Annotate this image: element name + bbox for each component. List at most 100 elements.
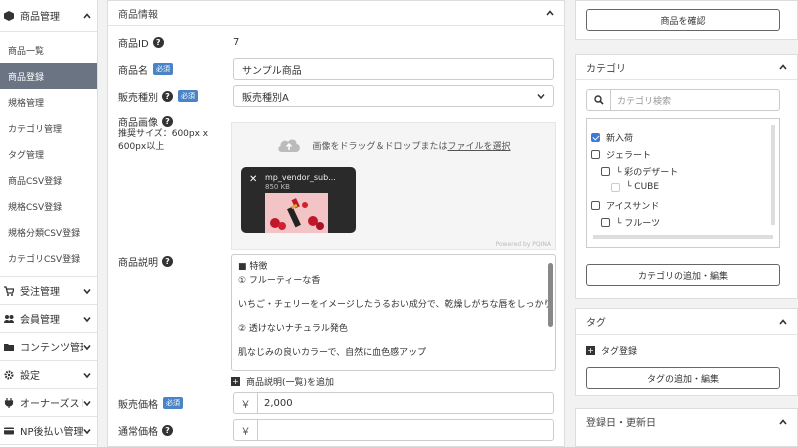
checkbox[interactable]	[611, 182, 620, 192]
product-info-panel: 商品情報 商品ID ? 7 商品名 必須 サンプル商品 販売種別 ? 必須 販売…	[107, 0, 565, 447]
sidebar-group-label: NP後払い管理	[20, 427, 83, 438]
sidebar: 商品管理 商品一覧 商品登録 規格管理 カテゴリ管理 タグ管理 商品CSV登録 規格CSV登…	[0, 0, 98, 447]
category-search-placeholder: カテゴリ検索	[617, 96, 672, 107]
checkbox[interactable]	[601, 167, 610, 176]
file-select-link[interactable]: ファイルを選択	[448, 139, 511, 152]
sidebar-group-3[interactable]: 設定	[0, 361, 97, 389]
tree-horizontal-scrollbar[interactable]	[593, 235, 773, 239]
yen-symbol: ￥	[234, 420, 258, 440]
category-item[interactable]: ジェラート	[591, 148, 651, 161]
chevron-up-icon[interactable]	[779, 318, 787, 326]
sidebar-item-6[interactable]: 規格CSV登録	[0, 193, 97, 219]
image-upload-area[interactable]: 画像をドラッグ＆ドロップまたは ファイルを選択 ✕ mp_vendor_sub.…	[231, 122, 556, 250]
help-icon[interactable]: ?	[162, 256, 173, 267]
sidebar-item-3[interactable]: カテゴリ管理	[0, 115, 97, 141]
image-label-block: 商品画像 ? 推奨サイズ：600px x 600px以上	[118, 115, 228, 154]
price-label: 販売価格	[118, 399, 158, 411]
product-image-preview	[265, 193, 328, 233]
chevron-up-icon[interactable]	[779, 63, 787, 71]
thumb-filename: mp_vendor_sub...	[265, 173, 336, 182]
checkbox[interactable]	[601, 218, 610, 227]
sidebar-group-2[interactable]: コンテンツ管理	[0, 333, 97, 361]
price-value: 2,000	[264, 397, 293, 409]
sidebar-group-4[interactable]: オーナーズストア	[0, 389, 97, 417]
help-icon[interactable]: ?	[162, 424, 173, 436]
sidebar-group-label: オーナーズストア	[20, 399, 83, 410]
sidebar-item-8[interactable]: カテゴリCSV登録	[0, 245, 97, 271]
category-item[interactable]: └ 彩のデザート	[601, 165, 678, 178]
tag-header[interactable]: タグ	[576, 309, 797, 335]
category-item[interactable]: └ フルーツ	[601, 216, 660, 229]
uploaded-image-thumb: ✕ mp_vendor_sub... 850 KB	[241, 167, 356, 233]
date-title: 登録日・更新日	[586, 418, 656, 429]
category-item-label: アイスサンド	[606, 202, 660, 212]
help-icon[interactable]: ?	[162, 116, 173, 127]
checkbox[interactable]	[591, 133, 600, 142]
chevron-up-icon[interactable]	[779, 418, 787, 426]
sale-type-label: 販売種別	[118, 92, 158, 104]
sidebar-item-1[interactable]: 商品登録	[0, 63, 97, 89]
drop-text: 画像をドラッグ＆ドロップまたは	[312, 141, 448, 152]
sidebar-group-0[interactable]: 受注管理	[0, 277, 97, 305]
help-icon[interactable]: ?	[162, 90, 173, 102]
add-list-description-button[interactable]: + 商品説明(一覧)を追加	[231, 375, 334, 388]
sidebar-item-2[interactable]: 規格管理	[0, 89, 97, 115]
sidebar-item-4[interactable]: タグ管理	[0, 141, 97, 167]
gear-icon	[4, 369, 14, 380]
sidebar-item-5[interactable]: 商品CSV登録	[0, 167, 97, 193]
product-id-value: 7	[233, 36, 240, 48]
cloud-upload-icon	[278, 139, 301, 152]
category-header[interactable]: カテゴリ	[576, 55, 797, 80]
drop-zone[interactable]: 画像をドラッグ＆ドロップまたは ファイルを選択	[232, 133, 555, 157]
category-item[interactable]: アイスサンド	[591, 199, 659, 212]
sale-type-select[interactable]: 販売種別A	[233, 85, 554, 107]
sidebar-header-product[interactable]: 商品管理	[0, 0, 97, 32]
normal-price-input[interactable]: ￥	[233, 419, 554, 441]
textarea-scrollbar[interactable]	[548, 263, 553, 327]
sale-type-row: 販売種別 ? 必須 販売種別A	[118, 85, 554, 107]
product-id-label: 商品ID	[118, 38, 149, 50]
date-header[interactable]: 登録日・更新日	[576, 409, 797, 434]
description-line: いちご・チェリーをイメージしたうるおい成分で、乾燥しがちな唇をしっかりケア。	[238, 300, 549, 310]
normal-price-row: 通常価格 ? ￥	[118, 419, 554, 441]
product-name-input[interactable]: サンプル商品	[233, 58, 554, 80]
checkbox[interactable]	[591, 150, 600, 159]
sidebar-header-label: 商品管理	[20, 12, 60, 23]
sidebar-item-0[interactable]: 商品一覧	[0, 37, 97, 63]
chevron-up-icon[interactable]	[546, 9, 554, 17]
chevron-down-icon	[83, 316, 91, 322]
sale-type-selected: 販売種別A	[242, 92, 289, 104]
help-icon[interactable]: ?	[152, 36, 164, 48]
category-item[interactable]: 新入荷	[591, 131, 633, 144]
tag-register-label: タグ登録	[601, 347, 638, 357]
required-badge: 必須	[153, 63, 173, 75]
category-item-label: ジェラート	[606, 151, 652, 161]
description-line	[238, 287, 549, 297]
tree-vertical-scrollbar[interactable]	[771, 125, 775, 225]
confirm-product-button[interactable]: 商品を確認	[586, 9, 780, 31]
category-item-label: └ フルーツ	[616, 219, 661, 229]
category-item[interactable]: └ CUBE	[611, 182, 659, 192]
yen-symbol: ￥	[234, 393, 258, 413]
sidebar-item-7[interactable]: 規格分類CSV登録	[0, 219, 97, 245]
add-list-description-label: 商品説明(一覧)を追加	[246, 378, 335, 388]
description-textarea[interactable]: ■ 特徴 ① フルーティーな香 いちご・チェリーをイメージしたうるおい成分で、乾燥し…	[231, 254, 556, 371]
tag-register-toggle[interactable]: + タグ登録	[586, 344, 637, 357]
required-badge: 必須	[178, 90, 198, 102]
checkbox[interactable]	[591, 201, 600, 210]
product-id-row: 商品ID ? 7	[118, 34, 554, 50]
category-item-label: └ CUBE	[626, 182, 660, 192]
lipstick-image	[265, 193, 328, 233]
price-input[interactable]: ￥ 2,000	[233, 392, 554, 414]
remove-image-icon[interactable]: ✕	[249, 174, 257, 185]
tag-edit-button[interactable]: タグの追加・編集	[586, 367, 780, 389]
chevron-down-icon	[537, 94, 545, 100]
sidebar-group-1[interactable]: 会員管理	[0, 305, 97, 333]
plug-icon	[4, 397, 14, 408]
chevron-down-icon	[83, 400, 91, 406]
panel-header[interactable]: 商品情報	[108, 1, 564, 26]
sidebar-group-5[interactable]: NP後払い管理	[0, 417, 97, 445]
category-search-input[interactable]: カテゴリ検索	[586, 89, 780, 111]
date-card: 登録日・更新日	[575, 408, 798, 447]
category-edit-button[interactable]: カテゴリの追加・編集	[586, 264, 780, 286]
